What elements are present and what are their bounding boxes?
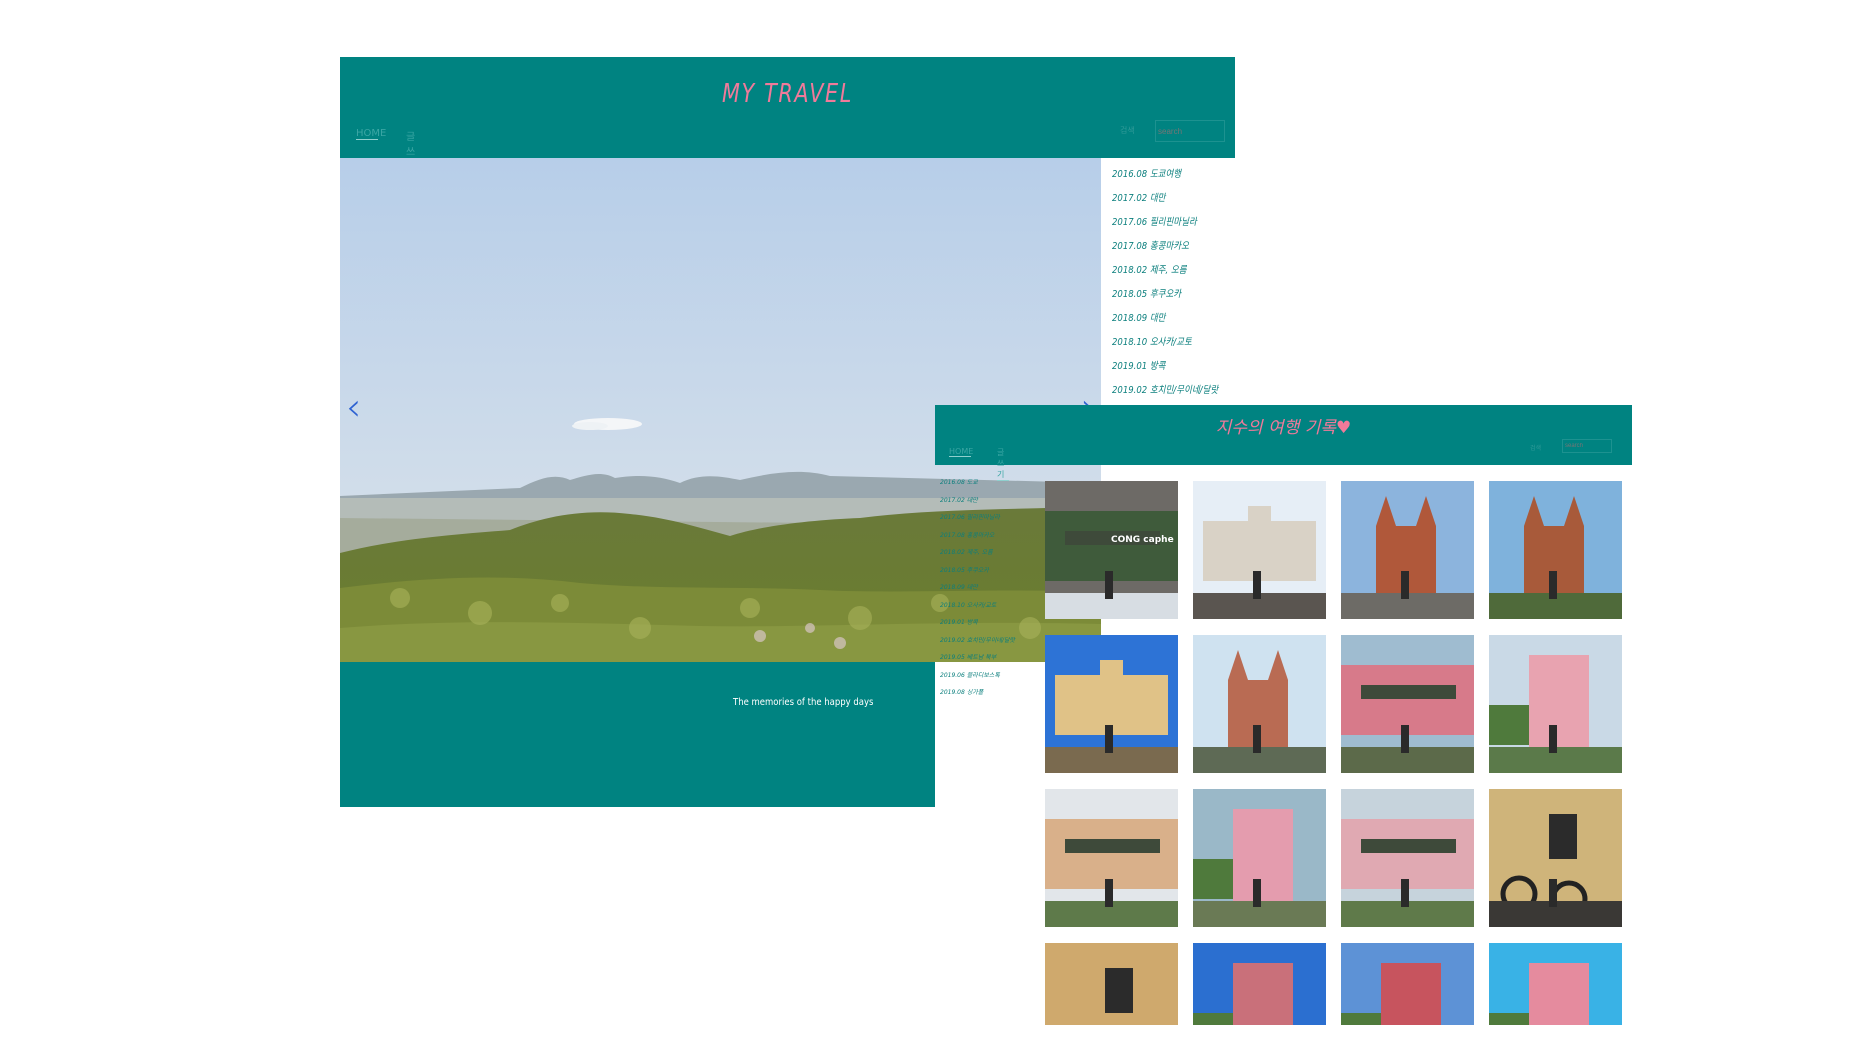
gallery-trip-list-item[interactable]: 2017.08 홍콩마카오 <box>940 530 1040 548</box>
main-header: MY TRAVEL HOME 글쓰기 검색 <box>340 57 1235 174</box>
photo-thumbnail[interactable] <box>1045 789 1178 927</box>
photo-thumbnail[interactable] <box>1341 789 1474 927</box>
nav-home-link[interactable]: HOME <box>356 128 386 140</box>
photo-thumbnail[interactable] <box>1341 943 1474 1025</box>
gallery-trip-list-item[interactable]: 2019.05 베트남 북부 <box>940 652 1040 670</box>
gallery-nav-write-link[interactable]: 글쓰기 <box>997 447 1009 481</box>
gallery-trip-list-item[interactable]: 2017.06 필리핀마닐라 <box>940 512 1040 530</box>
footer-band <box>340 662 935 807</box>
gallery-trip-list-item[interactable]: 2017.02 대만 <box>940 495 1040 513</box>
search-label: 검색 <box>1120 126 1135 135</box>
gallery-trip-list: 2016.08 도쿄 2017.02 대만 2017.06 필리핀마닐라 2017.0… <box>940 477 1040 705</box>
chevron-left-icon: ‹ <box>346 385 362 429</box>
photo-thumbnail[interactable] <box>1489 789 1622 927</box>
trip-list-item[interactable]: 2018.02 제주, 오름 <box>1112 261 1214 285</box>
photo-grid: CONG caphe <box>1045 481 1625 1025</box>
trip-list-item[interactable]: 2018.10 오사카/교토 <box>1112 333 1214 357</box>
photo-thumbnail[interactable] <box>1341 481 1474 619</box>
photo-sign-text: CONG caphe <box>1111 535 1174 545</box>
photo-thumbnail[interactable] <box>1489 943 1622 1025</box>
site-title: MY TRAVEL <box>722 79 853 109</box>
trip-list-item[interactable]: 2016.08 도쿄여행 <box>1112 165 1214 189</box>
gallery-header: 지수의 여행 기록♥ HOME 글쓰기 검색 <box>935 405 1632 481</box>
trip-list-sidebar: 2016.08 도쿄여행 2017.02 대만 2017.06 필리핀마닐라 2017… <box>1112 165 1232 405</box>
gallery-window: 지수의 여행 기록♥ HOME 글쓰기 검색 2016.08 도쿄2017.02… <box>935 405 1632 1025</box>
gallery-trip-list-item[interactable]: 2019.08 싱가폴 <box>940 687 1040 705</box>
gallery-trip-list-item[interactable]: 2018.10 오사카/교토 <box>940 600 1040 618</box>
gallery-trip-list-item[interactable]: 2018.02 제주, 오름 <box>940 547 1040 565</box>
gallery-trip-list-item[interactable]: 2016.08 도쿄 <box>940 477 1040 495</box>
gallery-trip-list-item[interactable]: 2019.02 호치민/무이네/달랏 <box>940 635 1040 653</box>
trip-list-item[interactable]: 2017.02 대만 <box>1112 189 1214 213</box>
gallery-search-input[interactable] <box>1562 439 1612 453</box>
hero-caption: The memories of the happy days <box>733 697 874 708</box>
trip-list-item[interactable]: 2019.01 방콕 <box>1112 357 1214 381</box>
photo-thumbnail[interactable] <box>1193 943 1326 1025</box>
trip-list-item[interactable]: 2017.06 필리핀마닐라 <box>1112 213 1214 237</box>
photo-thumbnail[interactable] <box>1489 635 1622 773</box>
trip-list-item[interactable]: 2018.09 대만 <box>1112 309 1214 333</box>
gallery-trip-list-item[interactable]: 2018.05 후쿠오카 <box>940 565 1040 583</box>
photo-thumbnail[interactable] <box>1193 481 1326 619</box>
photo-thumbnail[interactable] <box>1193 635 1326 773</box>
search-input[interactable] <box>1155 120 1225 142</box>
gallery-title: 지수의 여행 기록♥ <box>1215 418 1352 438</box>
trip-list-item[interactable]: 2018.05 후쿠오카 <box>1112 285 1214 309</box>
gallery-trip-list-item[interactable]: 2018.09 대만 <box>940 582 1040 600</box>
trip-list-item[interactable]: 2017.08 홍콩마카오 <box>1112 237 1214 261</box>
prev-slide-button[interactable]: ‹ <box>346 388 361 426</box>
photo-thumbnail[interactable] <box>1045 943 1178 1025</box>
gallery-trip-list-item[interactable]: 2019.06 블라디보스톡 <box>940 670 1040 688</box>
gallery-trip-list-item[interactable]: 2019.01 방콕 <box>940 617 1040 635</box>
gallery-nav-home-link[interactable]: HOME <box>949 447 973 457</box>
gallery-search-label: 검색 <box>1530 445 1542 452</box>
photo-thumbnail[interactable]: CONG caphe <box>1045 481 1178 619</box>
photo-thumbnail[interactable] <box>1193 789 1326 927</box>
photo-thumbnail[interactable] <box>1489 481 1622 619</box>
photo-thumbnail[interactable] <box>1045 635 1178 773</box>
photo-thumbnail[interactable] <box>1341 635 1474 773</box>
trip-list-item[interactable]: 2019.02 호치민/무이네/달랏 <box>1112 381 1218 405</box>
